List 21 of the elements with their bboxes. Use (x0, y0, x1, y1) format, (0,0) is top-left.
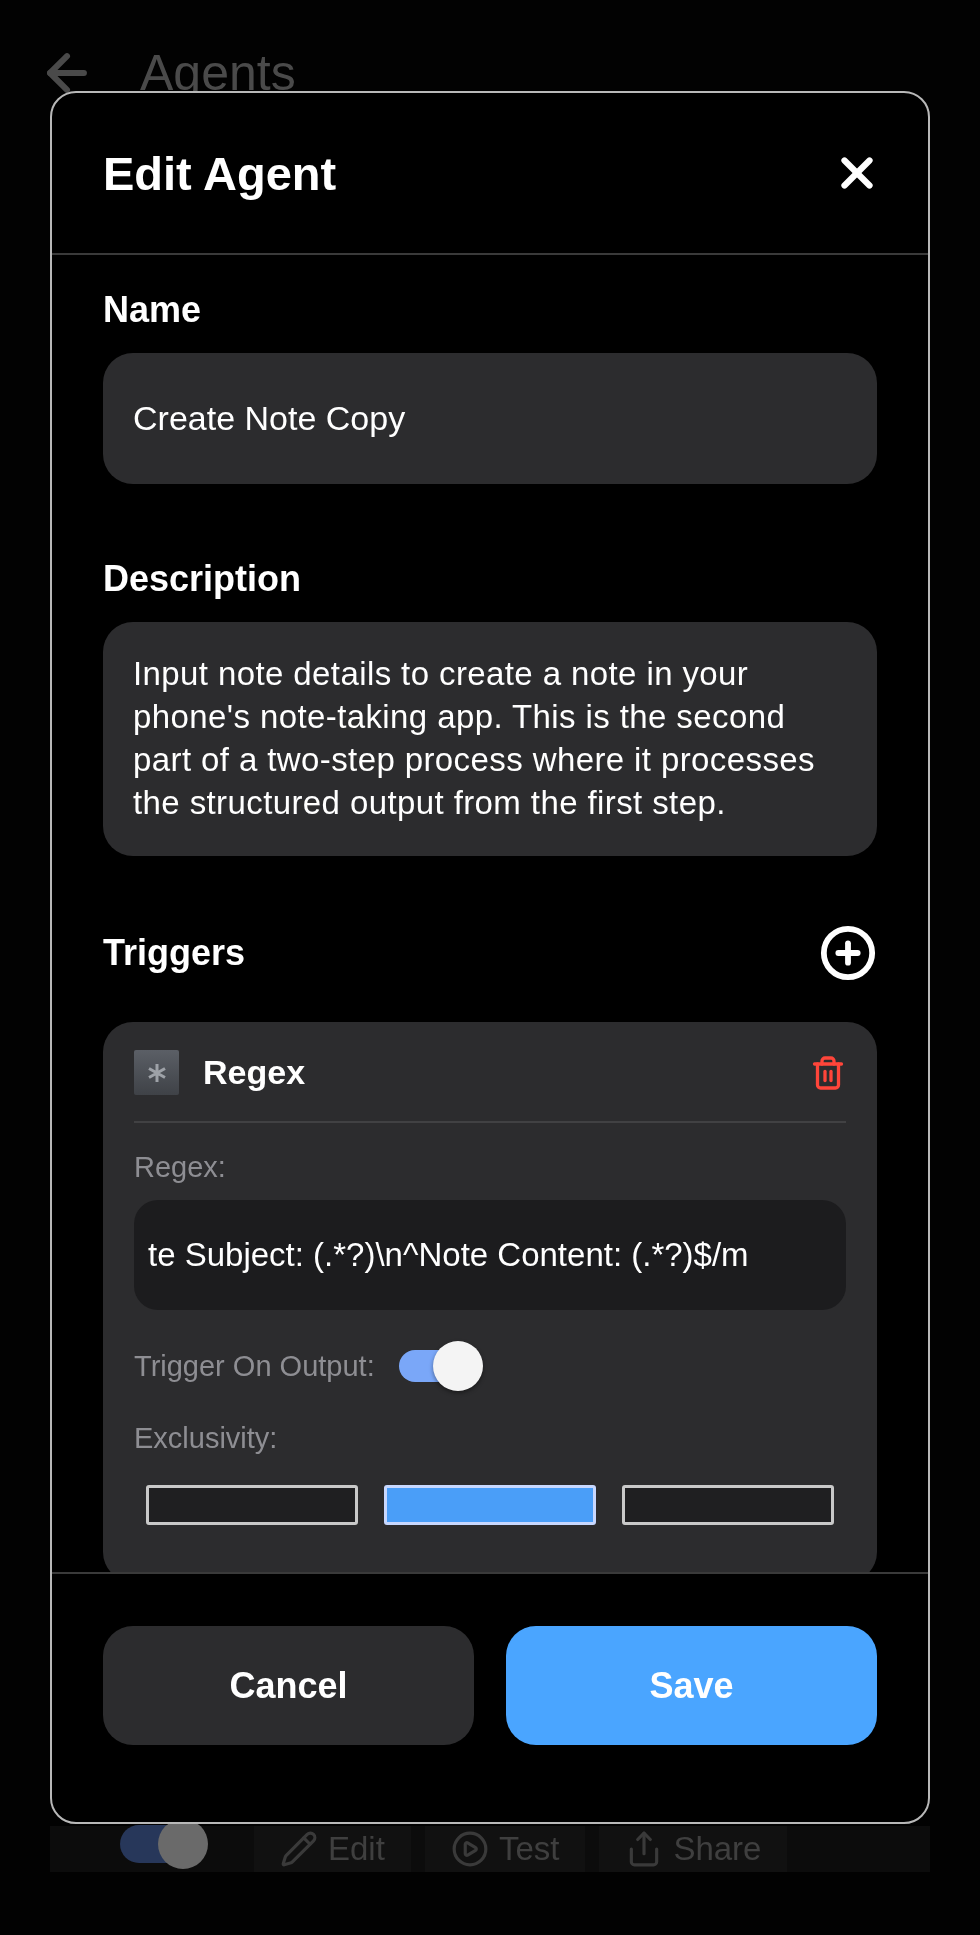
trash-icon[interactable] (810, 1054, 846, 1091)
exclusivity-option[interactable] (146, 1485, 358, 1525)
description-field[interactable]: Input note details to create a note in your phone's note-taking app. This is the second part of a two-step process where it processes the structured output from the first step. (103, 622, 877, 856)
add-icon[interactable] (819, 924, 877, 982)
section-label: Triggers (103, 932, 246, 974)
dialog-title: Edit Agent (103, 145, 337, 201)
regex-label: Regex: (134, 1151, 227, 1184)
page-title: Agents (140, 44, 296, 102)
cancel-button[interactable]: Cancel (103, 1626, 474, 1745)
exclusivity-label: Exclusivity: (134, 1422, 279, 1455)
name-field[interactable]: Create Note Copy (103, 353, 877, 484)
trigger-title: Regex (203, 1053, 307, 1092)
toggle-label: Trigger On Output: (134, 1349, 375, 1383)
exclusivity-option[interactable] (622, 1485, 834, 1525)
pencil-icon (280, 1830, 318, 1868)
asterisk-icon (134, 1050, 179, 1095)
regex-field[interactable]: te Subject: (.*?)\n^Note Content: (.*?)$/m (134, 1200, 846, 1310)
field-label: Description (103, 558, 303, 600)
play-icon (450, 1830, 489, 1868)
field-label: Name (103, 289, 203, 331)
output-toggle[interactable] (398, 1344, 485, 1388)
